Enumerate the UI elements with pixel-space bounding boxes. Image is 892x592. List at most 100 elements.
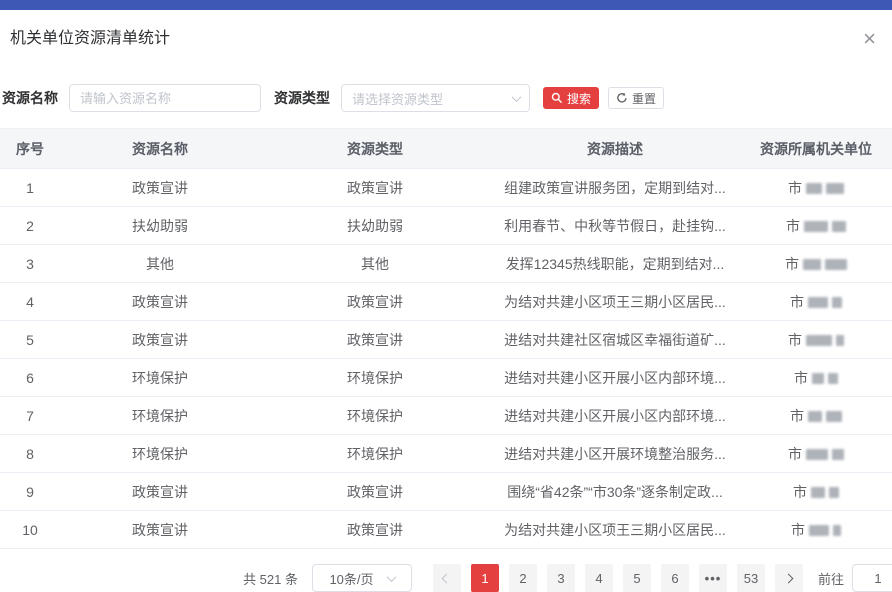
cell-resource-desc: 进结对共建社区宿城区幸福街道矿... [490,321,740,359]
redacted-block [829,487,839,498]
cell-resource-desc: 为结对共建小区项王三期小区居民... [490,283,740,321]
search-button-label: 搜索 [567,90,591,107]
resource-type-select-placeholder: 请选择资源类型 [352,89,443,108]
cell-index: 3 [0,245,60,283]
page-button-5[interactable]: 5 [623,564,651,592]
resource-name-input[interactable] [69,84,261,112]
page-button-3[interactable]: 3 [547,564,575,592]
cell-resource-unit: 市 [740,473,892,511]
page-title: 机关单位资源清单统计 [10,28,170,50]
redacted-block [828,373,838,384]
cell-resource-desc: 围绕“省42条”“市30条”逐条制定政... [490,473,740,511]
more-pages-button[interactable]: ••• [699,564,727,592]
table-row: 9 政策宣讲 政策宣讲 围绕“省42条”“市30条”逐条制定政... 市 [0,473,892,511]
cell-resource-desc: 进结对共建小区开展小区内部环境... [490,359,740,397]
cell-index: 2 [0,207,60,245]
redacted-block [809,525,829,536]
modal-header: 机关单位资源清单统计 × [0,10,892,50]
cell-resource-unit: 市 [740,321,892,359]
page-button-2[interactable]: 2 [509,564,537,592]
cell-resource-name: 环境保护 [60,397,260,435]
column-header-desc: 资源描述 [490,129,740,169]
cell-resource-type: 扶幼助弱 [260,207,490,245]
redacted-block [808,411,822,422]
cell-resource-unit: 市 [740,207,892,245]
cell-index: 10 [0,511,60,549]
column-header-unit: 资源所属机关单位 [740,129,892,169]
table-row: 6 环境保护 环境保护 进结对共建小区开展小区内部环境... 市 [0,359,892,397]
cell-resource-name: 政策宣讲 [60,473,260,511]
redacted-block [833,525,841,536]
cell-resource-unit: 市 [740,397,892,435]
column-header-index: 序号 [0,129,60,169]
table-row: 4 政策宣讲 政策宣讲 为结对共建小区项王三期小区居民... 市 [0,283,892,321]
goto-page-input[interactable] [852,564,892,592]
cell-resource-desc: 进结对共建小区开展环境整治服务... [490,435,740,473]
top-accent-bar [0,0,892,10]
cell-index: 8 [0,435,60,473]
redacted-block [804,221,828,232]
cell-resource-desc: 发挥12345热线职能，定期到结对... [490,245,740,283]
cell-index: 5 [0,321,60,359]
cell-resource-type: 环境保护 [260,359,490,397]
table-row: 2 扶幼助弱 扶幼助弱 利用春节、中秋等节假日，赴挂钩... 市 [0,207,892,245]
cell-resource-type: 政策宣讲 [260,321,490,359]
redacted-block [826,411,842,422]
cell-resource-desc: 进结对共建小区开展小区内部环境... [490,397,740,435]
cell-resource-unit: 市 [740,359,892,397]
table-row: 3 其他 其他 发挥12345热线职能，定期到结对... 市 [0,245,892,283]
page-button-4[interactable]: 4 [585,564,613,592]
chevron-down-icon [512,92,522,102]
page-button-1[interactable]: 1 [471,564,499,592]
redacted-block [836,335,844,346]
cell-resource-name: 其他 [60,245,260,283]
reset-button-label: 重置 [632,90,656,107]
cell-resource-name: 政策宣讲 [60,283,260,321]
redacted-block [806,449,828,460]
table-row: 7 环境保护 环境保护 进结对共建小区开展小区内部环境... 市 [0,397,892,435]
cell-resource-unit: 市 [740,283,892,321]
cell-index: 9 [0,473,60,511]
refresh-icon [616,92,628,104]
table-header: 序号 资源名称 资源类型 资源描述 资源所属机关单位 [0,129,892,169]
page-size-value: 10条/页 [329,569,373,588]
redacted-block [826,183,844,194]
cell-resource-name: 政策宣讲 [60,511,260,549]
pagination-bar: 共 521 条 10条/页 123456 ••• 53 前往 [0,564,892,592]
chevron-down-icon [386,572,396,582]
page-button-53[interactable]: 53 [737,564,765,592]
cell-index: 4 [0,283,60,321]
reset-button[interactable]: 重置 [608,87,664,109]
search-icon [551,92,563,104]
resource-type-select[interactable]: 请选择资源类型 [341,84,530,112]
table-row: 1 政策宣讲 政策宣讲 组建政策宣讲服务团，定期到结对... 市 [0,169,892,207]
cell-index: 6 [0,359,60,397]
cell-resource-type: 政策宣讲 [260,283,490,321]
search-button[interactable]: 搜索 [543,87,599,109]
redacted-block [811,487,825,498]
cell-resource-unit: 市 [740,511,892,549]
cell-resource-type: 政策宣讲 [260,169,490,207]
page-button-6[interactable]: 6 [661,564,689,592]
total-count: 共 521 条 [243,569,298,588]
resource-type-label: 资源类型 [274,88,330,108]
table-body: 1 政策宣讲 政策宣讲 组建政策宣讲服务团，定期到结对... 市 2 扶幼助弱 … [0,169,892,549]
page-size-select[interactable]: 10条/页 [312,564,412,592]
cell-resource-unit: 市 [740,245,892,283]
cell-resource-name: 政策宣讲 [60,321,260,359]
cell-resource-name: 政策宣讲 [60,169,260,207]
cell-resource-type: 环境保护 [260,397,490,435]
redacted-block [825,259,847,270]
cell-resource-desc: 组建政策宣讲服务团，定期到结对... [490,169,740,207]
redacted-block [832,297,842,308]
cell-resource-name: 环境保护 [60,435,260,473]
cell-resource-desc: 利用春节、中秋等节假日，赴挂钩... [490,207,740,245]
prev-page-button[interactable] [433,564,461,592]
cell-index: 7 [0,397,60,435]
next-page-button[interactable] [775,564,803,592]
redacted-block [832,221,846,232]
close-icon[interactable]: × [859,28,880,50]
goto-page-label: 前往 [818,569,844,588]
resource-table: 序号 资源名称 资源类型 资源描述 资源所属机关单位 1 政策宣讲 政策宣讲 组… [0,128,892,549]
redacted-block [808,297,828,308]
